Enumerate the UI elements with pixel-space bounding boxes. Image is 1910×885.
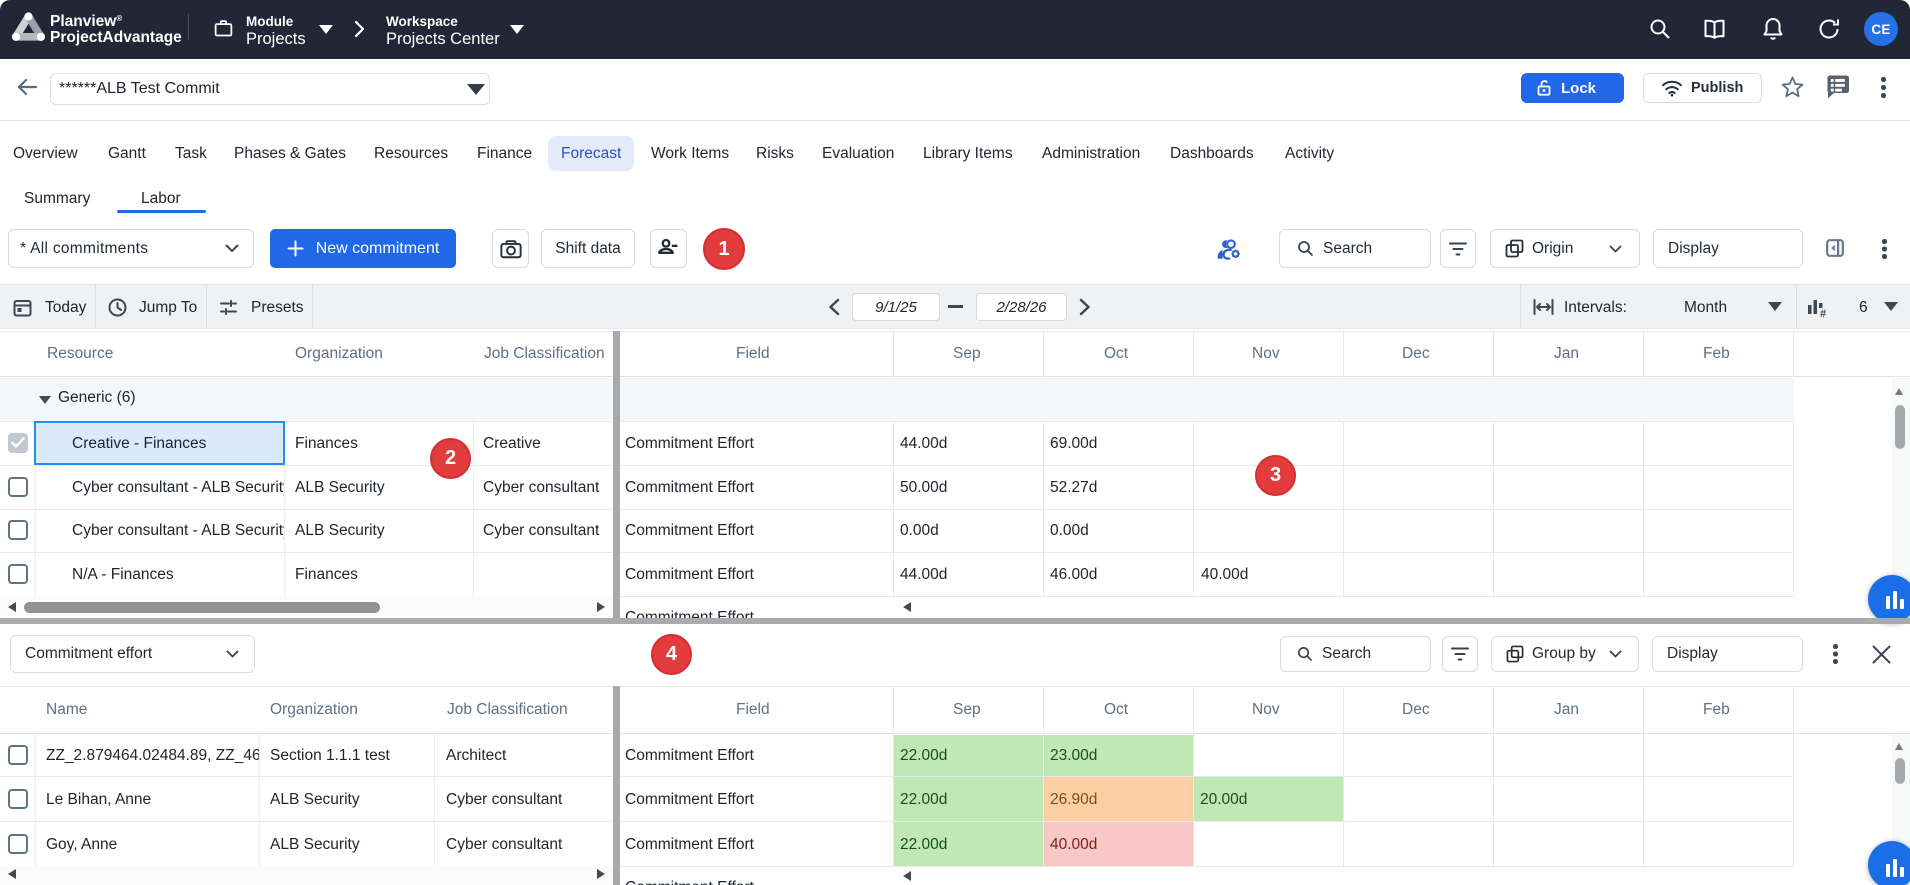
svg-text:#: #: [1820, 308, 1826, 318]
